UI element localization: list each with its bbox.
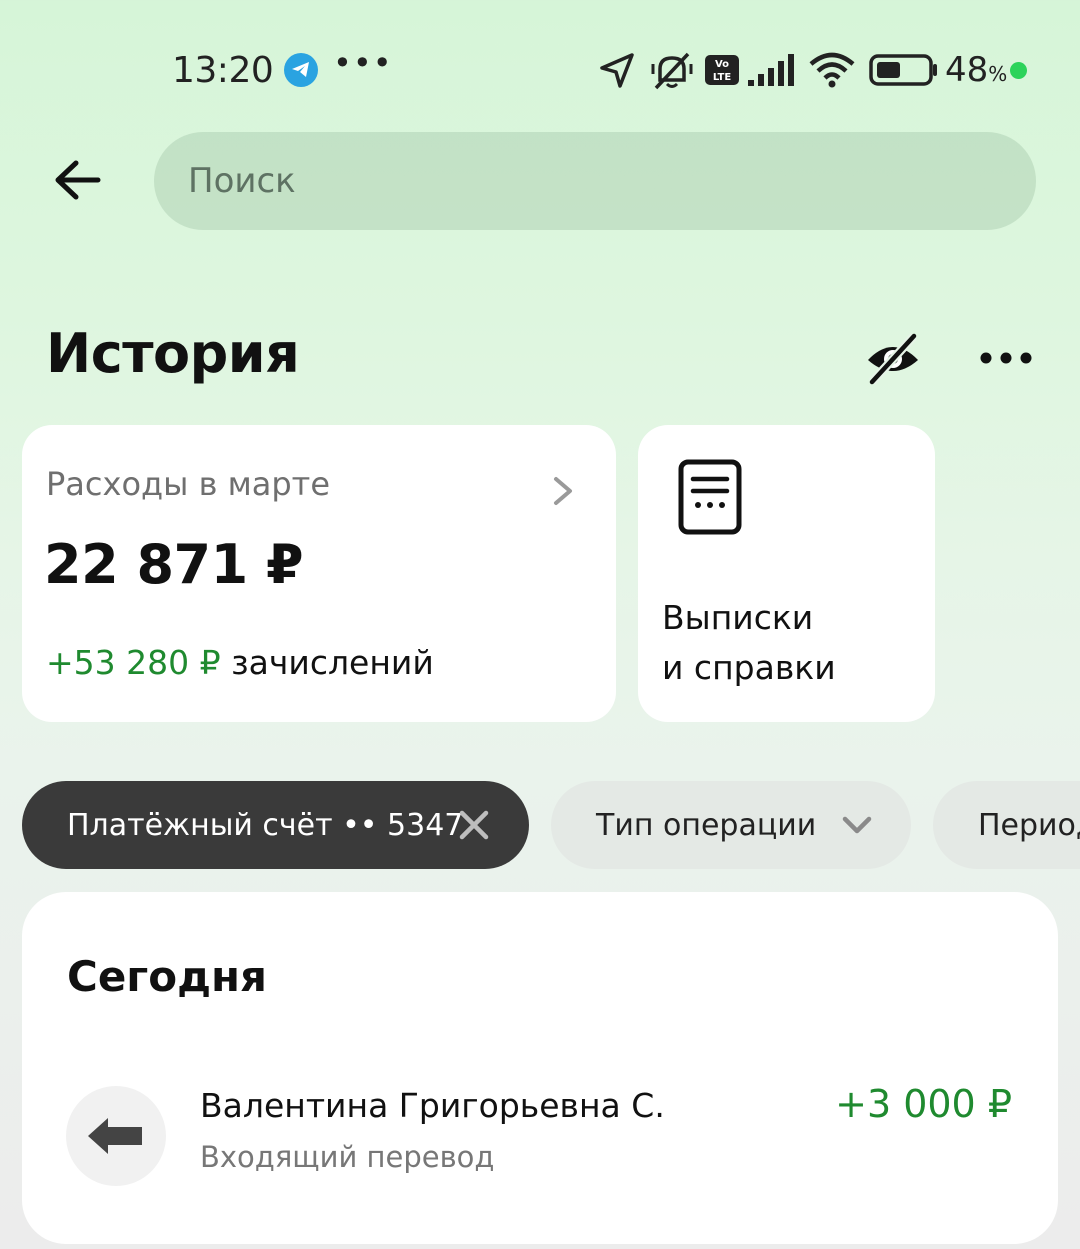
- filter-chip-account[interactable]: Платёжный счёт •• 5347: [22, 781, 529, 869]
- search-input[interactable]: [154, 132, 1036, 230]
- income-amount: +53 280 ₽: [46, 643, 221, 682]
- status-time: 13:20: [172, 50, 274, 91]
- document-icon: [678, 459, 742, 535]
- filter-chip-period[interactable]: Период: [933, 781, 1080, 869]
- svg-text:Vo: Vo: [715, 59, 729, 70]
- expenses-label: Расходы в марте: [46, 465, 330, 503]
- operation-type: Входящий перевод: [200, 1140, 495, 1174]
- statements-label: Выписки и справки: [662, 598, 836, 687]
- statements-card[interactable]: Выписки и справки: [638, 425, 935, 722]
- status-dot: [1010, 62, 1027, 79]
- status-bar: 13:20 ••• Vo LTE 48%: [0, 40, 1080, 100]
- expenses-amount: 22 871 ₽: [44, 533, 304, 596]
- location-arrow-icon: [600, 53, 634, 88]
- battery-icon: [869, 54, 937, 86]
- volte-icon: Vo LTE: [705, 55, 739, 85]
- page-title: История: [46, 322, 300, 385]
- close-icon[interactable]: [458, 809, 490, 841]
- arrow-left-icon: [88, 1118, 142, 1154]
- signal-icon: [748, 54, 794, 86]
- filter-chip-account-label: Платёжный счёт •• 5347: [67, 807, 464, 843]
- telegram-icon: [284, 53, 318, 87]
- chevron-down-icon: [842, 816, 872, 834]
- battery-percent: 48%: [945, 50, 1008, 90]
- filter-chip-period-label: Период: [978, 807, 1080, 843]
- operations-list: Сегодня Валентина Григорьевна С. Входящи…: [22, 892, 1058, 1244]
- wifi-icon: [809, 52, 855, 88]
- bell-muted-icon: [651, 52, 693, 90]
- filter-chip-operation-type[interactable]: Тип операции: [551, 781, 911, 869]
- section-title-today: Сегодня: [67, 952, 268, 1001]
- more-options-icon[interactable]: [978, 340, 1034, 376]
- chevron-right-icon: [554, 477, 572, 505]
- expenses-card[interactable]: Расходы в марте 22 871 ₽ +53 280 ₽ зачис…: [22, 425, 616, 722]
- filter-chip-operation-type-label: Тип операции: [596, 807, 817, 843]
- income-label: зачислений: [220, 643, 434, 682]
- operation-name: Валентина Григорьевна С.: [200, 1086, 665, 1125]
- back-arrow-icon[interactable]: [48, 150, 108, 210]
- eye-slash-icon[interactable]: [862, 328, 924, 388]
- more-notifications-icon: •••: [333, 44, 393, 82]
- operation-row[interactable]: Валентина Григорьевна С. Входящий перево…: [22, 1062, 1058, 1212]
- incoming-transfer-avatar: [66, 1086, 166, 1186]
- svg-text:LTE: LTE: [713, 72, 732, 83]
- income-summary: +53 280 ₽ зачислений: [46, 643, 434, 682]
- operation-amount: +3 000 ₽: [835, 1082, 1012, 1126]
